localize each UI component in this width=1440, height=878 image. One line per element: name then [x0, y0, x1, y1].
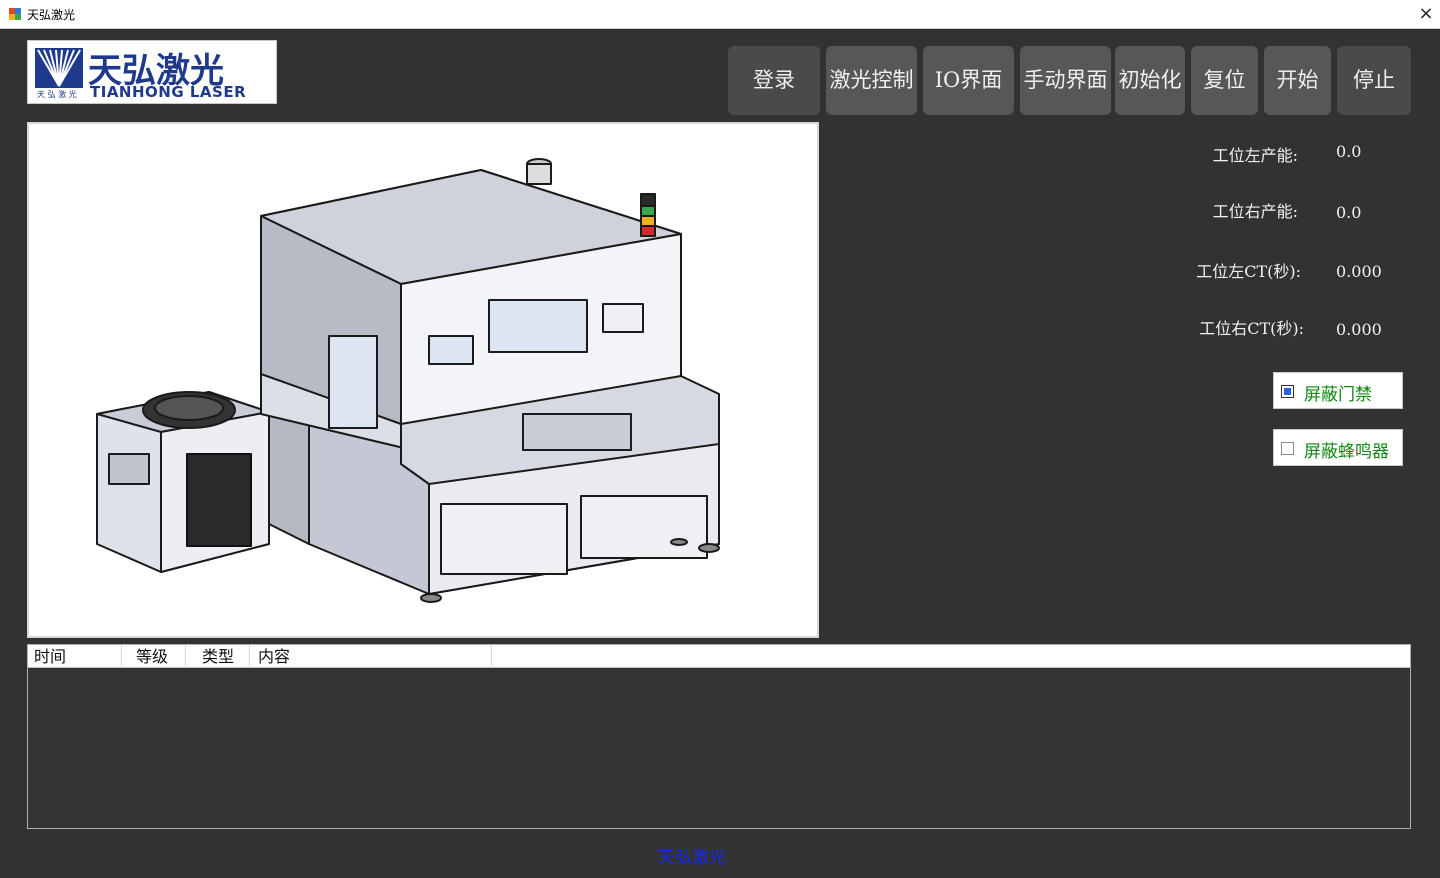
checkbox-checked-icon[interactable]	[1281, 385, 1294, 398]
stop-button[interactable]: 停止	[1337, 46, 1411, 115]
left-capacity-label: 工位左产能:	[1212, 146, 1298, 165]
app-icon	[9, 8, 21, 20]
initialize-button[interactable]: 初始化	[1115, 46, 1185, 115]
log-list[interactable]: 时间 等级 类型 内容	[27, 644, 1411, 829]
column-content[interactable]: 内容	[250, 645, 492, 668]
machine-illustration	[96, 158, 720, 603]
reset-button[interactable]: 复位	[1191, 46, 1258, 115]
footer-brand-label: 天弘激光	[658, 848, 726, 868]
right-ct-label: 工位右CT(秒):	[1199, 319, 1304, 338]
right-capacity-value: 0.0	[1336, 203, 1362, 222]
checkbox-unchecked-icon[interactable]	[1281, 442, 1294, 455]
block-buzzer-label: 屏蔽蜂鸣器	[1304, 442, 1389, 462]
right-ct-value: 0.000	[1336, 320, 1382, 339]
log-list-header: 时间 等级 类型 内容	[28, 645, 1410, 668]
manual-screen-button[interactable]: 手动界面	[1020, 46, 1111, 115]
block-buzzer-checkbox[interactable]: 屏蔽蜂鸣器	[1273, 429, 1403, 466]
login-button[interactable]: 登录	[728, 46, 820, 115]
column-level[interactable]: 等级	[122, 645, 186, 668]
io-screen-button[interactable]: IO界面	[923, 46, 1014, 115]
window-titlebar: 天弘激光 ×	[0, 0, 1440, 29]
window-title: 天弘激光	[27, 8, 76, 22]
laser-control-button[interactable]: 激光控制	[826, 46, 917, 115]
right-capacity-label: 工位右产能:	[1212, 202, 1298, 221]
column-type[interactable]: 类型	[186, 645, 250, 668]
left-ct-value: 0.000	[1336, 262, 1382, 281]
logo-mark-icon	[35, 48, 83, 88]
machine-image-panel	[27, 122, 819, 638]
start-button[interactable]: 开始	[1264, 46, 1331, 115]
left-capacity-value: 0.0	[1336, 142, 1362, 161]
company-logo: 天弘激光 天 弘 激 光 TIANHONG LASER	[27, 40, 277, 104]
block-door-checkbox[interactable]: 屏蔽门禁	[1273, 372, 1403, 409]
logo-chinese-small: 天 弘 激 光	[37, 90, 77, 99]
close-button[interactable]: ×	[1412, 0, 1440, 29]
block-door-label: 屏蔽门禁	[1304, 385, 1372, 405]
left-ct-label: 工位左CT(秒):	[1196, 262, 1301, 281]
logo-english-name: TIANHONG LASER	[90, 83, 247, 101]
column-time[interactable]: 时间	[28, 645, 122, 668]
